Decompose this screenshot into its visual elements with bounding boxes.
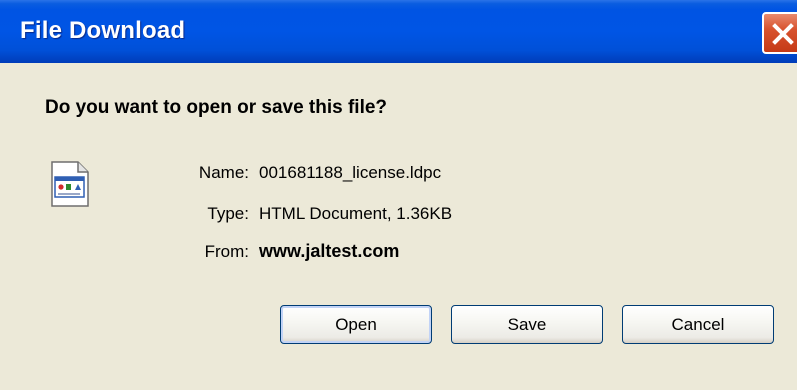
- file-download-dialog: File Download Do you want to open or sav…: [0, 0, 797, 390]
- type-label: Type:: [207, 204, 249, 223]
- file-name-value: 001681188_license.ldpc: [259, 163, 442, 182]
- title-bar[interactable]: File Download: [0, 0, 797, 63]
- html-document-icon: [51, 161, 89, 207]
- save-button[interactable]: Save: [451, 305, 603, 344]
- window-title: File Download: [20, 17, 186, 44]
- name-label: Name:: [198, 163, 249, 182]
- close-button[interactable]: [762, 12, 797, 54]
- open-button[interactable]: Open: [280, 305, 432, 344]
- file-source-value: www.jaltest.com: [259, 241, 400, 261]
- close-icon: [772, 23, 794, 45]
- from-label: From:: [204, 242, 249, 261]
- dialog-question: Do you want to open or save this file?: [45, 97, 388, 118]
- cancel-button[interactable]: Cancel: [622, 305, 774, 344]
- file-type-value: HTML Document, 1.36KB: [259, 204, 453, 223]
